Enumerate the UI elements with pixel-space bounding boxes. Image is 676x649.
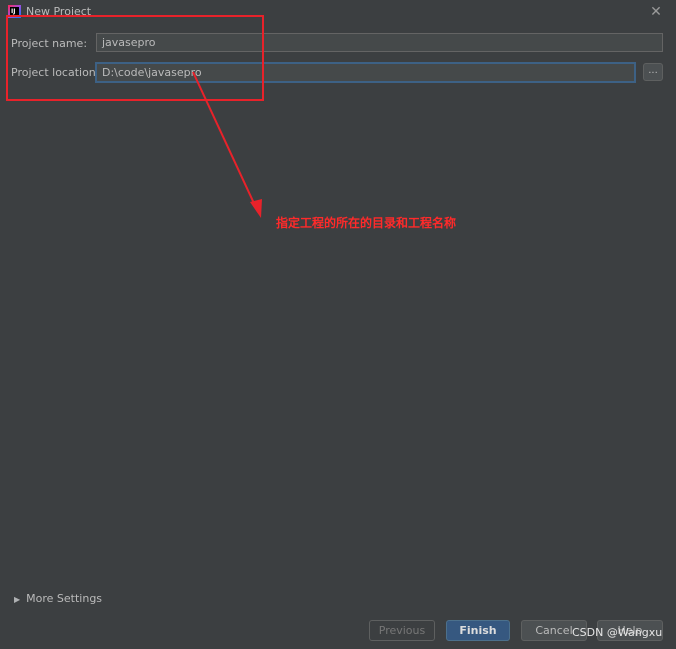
expand-triangle-icon: ▶ — [14, 595, 21, 604]
annotation-text: 指定工程的所在的目录和工程名称 — [276, 216, 457, 230]
annotation-arrow — [192, 71, 262, 218]
previous-button[interactable]: Previous — [369, 620, 435, 641]
more-settings-label: More Settings — [26, 592, 103, 605]
watermark: CSDN @Wangxu — [572, 626, 663, 639]
more-settings-toggle[interactable]: ▶ More Settings — [14, 592, 102, 605]
finish-button[interactable]: Finish — [446, 620, 510, 641]
